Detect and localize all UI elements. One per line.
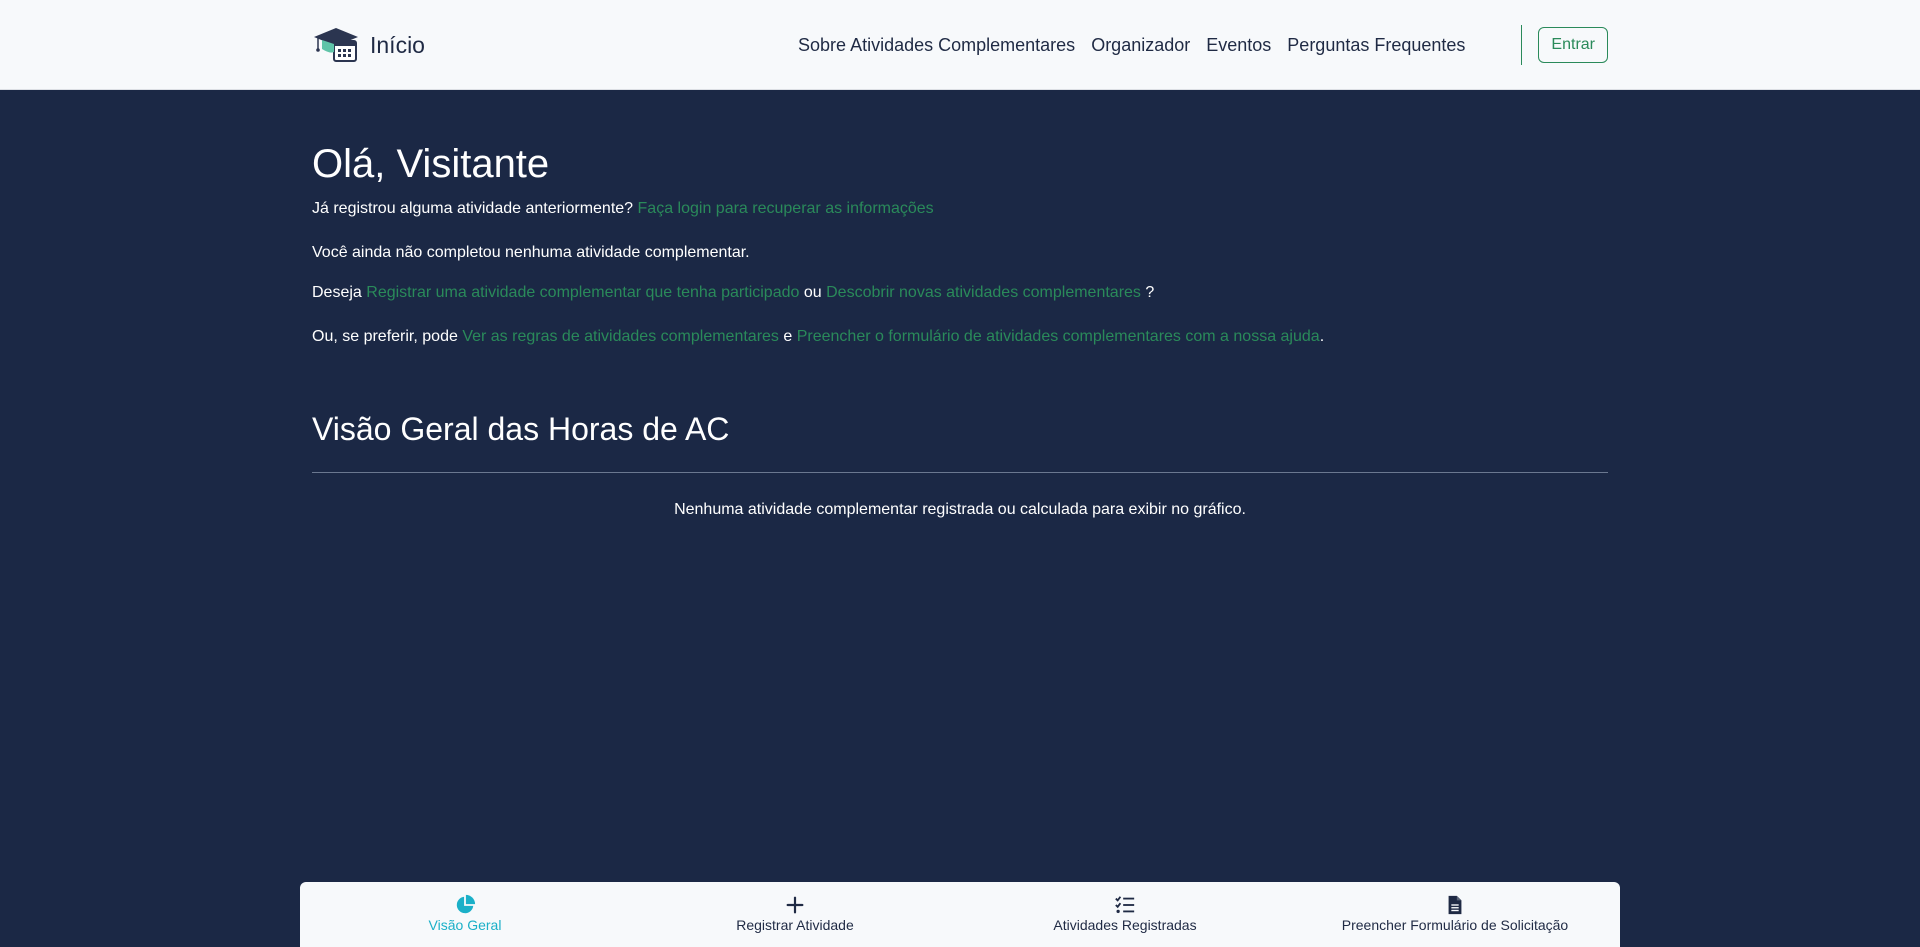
nav-link-eventos[interactable]: Eventos <box>1206 35 1271 56</box>
prefer-prefix: Ou, se preferir, pode <box>312 328 458 346</box>
tab-label: Registrar Atividade <box>736 917 854 933</box>
tab-atividades-registradas[interactable]: Atividades Registradas <box>960 882 1290 947</box>
navbar-container: Início Sobre Atividades Complementares O… <box>312 0 1608 90</box>
prefer-paragraph: Ou, se preferir, pode Ver as regras de a… <box>312 326 1608 348</box>
empty-chart-message: Nenhuma atividade complementar registrad… <box>674 500 1246 518</box>
document-icon <box>1448 895 1462 915</box>
nav-divider <box>1521 25 1523 65</box>
nav-link-perguntas-frequentes[interactable]: Perguntas Frequentes <box>1287 35 1465 56</box>
page-title: Olá, Visitante <box>312 142 550 186</box>
nav-link-organizador[interactable]: Organizador <box>1091 35 1190 56</box>
tab-label: Preencher Formulário de Solicitação <box>1341 917 1569 933</box>
period: . <box>1319 328 1325 346</box>
graduation-cap-calendar-icon <box>314 28 358 62</box>
nav-link-sobre[interactable]: Sobre Atividades Complementares <box>798 35 1075 56</box>
login-prompt-paragraph: Já registrou alguma atividade anteriorme… <box>312 198 1608 220</box>
discover-activities-link[interactable]: Descobrir novas atividades complementare… <box>826 284 1141 301</box>
checklist-icon <box>1115 896 1135 914</box>
tab-label: Visão Geral <box>428 917 502 933</box>
overview-title: Visão Geral das Horas de AC <box>312 410 730 447</box>
tab-preencher-formulario[interactable]: Preencher Formulário de Solicitação <box>1290 882 1620 947</box>
ou-word: ou <box>803 283 822 301</box>
plus-icon <box>786 896 804 914</box>
login-button[interactable]: Entrar <box>1538 27 1608 63</box>
tab-label: Atividades Registradas <box>1053 917 1197 933</box>
question-mark: ? <box>1145 283 1155 301</box>
section-divider <box>312 471 1608 473</box>
form-help-link[interactable]: Preencher o formulário de atividades com… <box>797 328 1320 345</box>
nav-links: Sobre Atividades Complementares Organiza… <box>782 25 1608 65</box>
login-recover-link[interactable]: Faça login para recuperar as informações <box>638 200 934 217</box>
top-navbar: Início Sobre Atividades Complementares O… <box>0 0 1920 90</box>
deseja-prefix: Deseja <box>312 283 362 301</box>
brand-home-link[interactable]: Início <box>312 25 425 65</box>
brand-label: Início <box>370 31 425 58</box>
tab-visao-geral[interactable]: Visão Geral <box>300 882 630 947</box>
login-prompt-text: Já registrou alguma atividade anteriorme… <box>312 200 634 217</box>
bottom-tabbar: Visão Geral Registrar Atividade Atividad… <box>300 882 1620 947</box>
deseja-paragraph: Deseja Registrar uma atividade complemen… <box>312 282 1608 304</box>
rules-link[interactable]: Ver as regras de atividades complementar… <box>462 328 779 345</box>
pie-chart-icon <box>456 894 476 914</box>
tab-registrar-atividade[interactable]: Registrar Atividade <box>630 882 960 947</box>
e-word: e <box>783 328 793 346</box>
no-activity-text: Você ainda não completou nenhuma ativida… <box>312 244 750 262</box>
register-activity-link[interactable]: Registrar uma atividade complementar que… <box>366 284 799 301</box>
main-content: Olá, Visitante Já registrou alguma ativi… <box>312 90 1608 519</box>
